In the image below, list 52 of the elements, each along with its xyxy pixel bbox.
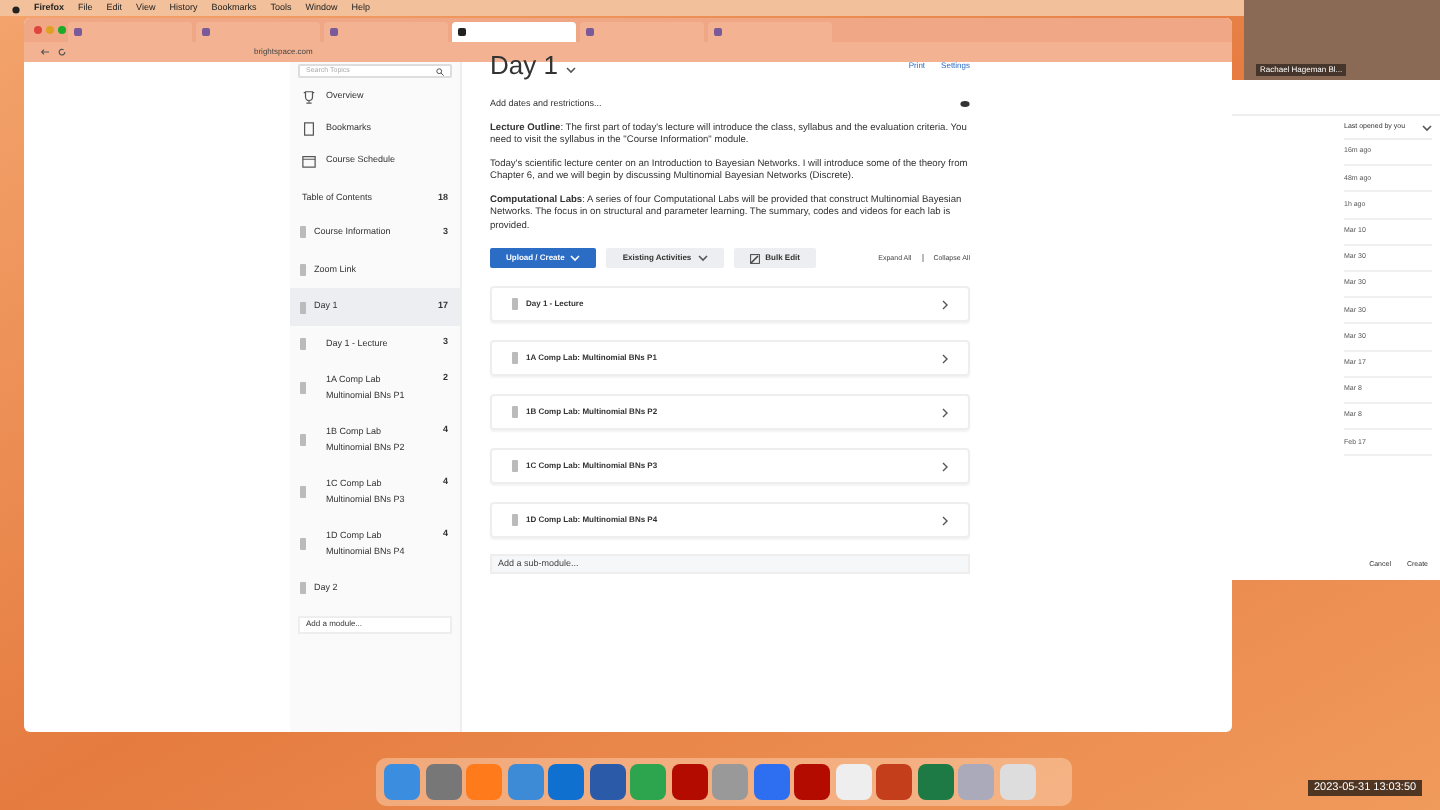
drag-handle-icon[interactable] — [300, 301, 306, 314]
favicon-icon — [202, 28, 210, 36]
app-icon[interactable] — [630, 764, 666, 800]
app-icon[interactable] — [876, 764, 912, 800]
favicon-icon — [714, 28, 722, 36]
bookmark-icon — [302, 122, 316, 136]
trophy-icon — [302, 90, 316, 104]
favicon-icon — [74, 28, 82, 36]
drag-handle-icon[interactable] — [300, 338, 306, 350]
app-icon[interactable] — [425, 764, 461, 800]
drag-handle-icon[interactable] — [300, 538, 306, 550]
drag-handle-icon[interactable] — [300, 582, 306, 595]
app-icon[interactable] — [794, 764, 830, 800]
drag-handle-icon[interactable] — [300, 434, 306, 446]
chevron-down-icon — [1422, 123, 1432, 131]
chevron-right-icon[interactable] — [942, 407, 948, 418]
app-icon[interactable] — [589, 764, 625, 800]
chevron-down-icon — [565, 66, 576, 74]
app-icon[interactable] — [753, 764, 789, 800]
pencil-icon — [749, 253, 760, 264]
app-icon[interactable] — [835, 764, 871, 800]
drag-handle-icon[interactable] — [300, 382, 306, 394]
app-icon[interactable] — [507, 764, 543, 800]
app-icon[interactable] — [384, 764, 420, 800]
drag-handle-icon[interactable] — [512, 514, 518, 527]
app-icon[interactable] — [548, 764, 584, 800]
drag-handle-icon[interactable] — [300, 226, 306, 239]
app-icon[interactable] — [671, 764, 707, 800]
drag-handle-icon[interactable] — [300, 263, 306, 276]
reload-icon[interactable] — [58, 48, 66, 56]
app-icon[interactable] — [917, 764, 953, 800]
favicon-icon — [586, 28, 594, 36]
chevron-right-icon[interactable] — [942, 515, 948, 526]
drag-handle-icon[interactable] — [300, 486, 306, 498]
chevron-down-icon — [570, 254, 581, 263]
drag-handle-icon[interactable] — [512, 352, 518, 365]
chevron-down-icon — [697, 254, 708, 263]
browser-tab[interactable] — [452, 22, 576, 42]
maximize-window-icon[interactable] — [58, 26, 66, 34]
chevron-right-icon[interactable] — [942, 353, 948, 364]
calendar-icon — [302, 154, 316, 168]
drag-handle-icon[interactable] — [512, 406, 518, 419]
chevron-right-icon[interactable] — [942, 461, 948, 472]
drag-handle-icon[interactable] — [512, 460, 518, 473]
minimize-window-icon[interactable] — [46, 26, 54, 34]
chevron-right-icon[interactable] — [942, 299, 948, 310]
favicon-icon — [330, 28, 338, 36]
search-icon[interactable] — [436, 67, 444, 75]
favicon-icon — [458, 28, 466, 36]
close-window-icon[interactable] — [34, 26, 42, 34]
drag-handle-icon[interactable] — [512, 298, 518, 311]
back-icon[interactable] — [40, 48, 50, 56]
